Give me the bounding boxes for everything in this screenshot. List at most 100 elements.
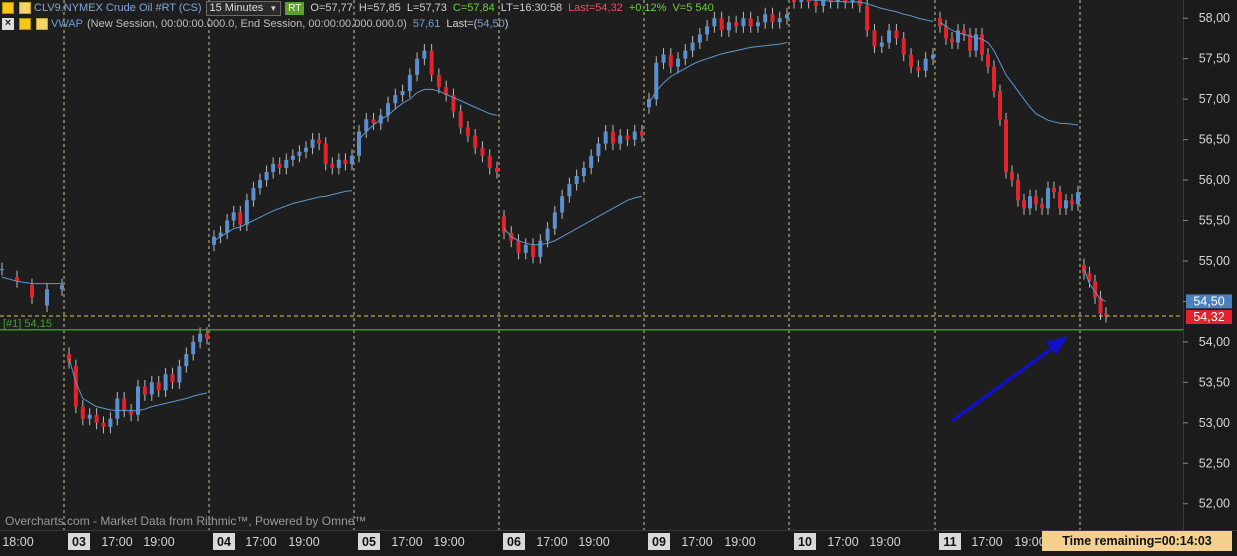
lock-icon[interactable] xyxy=(2,2,14,14)
candle-body xyxy=(231,212,236,221)
candle-body xyxy=(661,54,666,63)
x-tick-label: 17:00 xyxy=(827,535,858,549)
candle-body xyxy=(1076,192,1080,205)
chart-plot[interactable]: 58,00 57,50 57,00 56,50 56,00 55,50 55,00 54,50… xyxy=(0,0,1237,555)
symbol-name[interactable]: CLV9.NYMEX Crude Oil #RT (CS) xyxy=(34,2,202,14)
candle-body xyxy=(101,422,106,427)
candle-body xyxy=(589,155,594,168)
vwap-last-value: 54,50 xyxy=(477,18,505,30)
candle-body xyxy=(415,58,420,75)
candle-body xyxy=(1058,192,1062,209)
vwap-last-prefix: Last=( xyxy=(446,18,478,30)
candle-body xyxy=(676,58,681,67)
candle-body xyxy=(495,167,499,172)
timeframe-select[interactable]: 15 Minutes ▼ xyxy=(205,0,282,16)
y-tick-label: 54,00 xyxy=(1199,335,1230,349)
close-icon[interactable]: × xyxy=(2,18,14,30)
candle-body xyxy=(238,212,243,225)
candle-body xyxy=(748,18,753,27)
candle-body xyxy=(310,139,315,148)
x-tick-label: 05 xyxy=(362,535,376,549)
candle-body xyxy=(336,159,341,168)
candle-body xyxy=(350,155,354,164)
last-price-badge-label: 54,32 xyxy=(1193,310,1224,324)
candle-body xyxy=(277,163,282,168)
candle-body xyxy=(683,50,688,59)
lock-icon[interactable] xyxy=(19,18,31,30)
x-tick-label: 17:00 xyxy=(101,535,132,549)
y-tick-label: 52,00 xyxy=(1199,497,1230,511)
candle-body xyxy=(625,135,630,140)
candle-body xyxy=(108,418,113,427)
candle-body xyxy=(1004,119,1008,172)
vwap-line xyxy=(939,21,1079,126)
candle-body xyxy=(1022,200,1026,209)
candle-body xyxy=(156,382,161,391)
candle-body xyxy=(400,91,405,96)
candle-body xyxy=(458,111,463,128)
candle-body xyxy=(894,30,899,39)
candle-body xyxy=(1070,200,1074,205)
vwap-price-badge-label: 54,50 xyxy=(1193,294,1224,308)
candle-body xyxy=(909,54,914,67)
candle-body xyxy=(581,167,586,177)
y-tick-label: 52,50 xyxy=(1199,456,1230,470)
candle-body xyxy=(422,50,427,59)
candle-body xyxy=(436,74,441,88)
x-tick-label: 18:00 xyxy=(2,535,33,549)
x-tick-label: 19:00 xyxy=(143,535,174,549)
candle-body xyxy=(574,176,579,185)
candle-body xyxy=(1016,180,1020,201)
candle-body xyxy=(531,244,536,257)
quote-last-time: LT=16:30:58 xyxy=(500,2,563,14)
candle-body xyxy=(407,74,412,92)
properties-icon[interactable] xyxy=(36,18,48,30)
candle-body xyxy=(297,151,302,156)
candle-body xyxy=(1010,171,1014,181)
data-provider-note: Overcharts.com - Market Data from Rithmi… xyxy=(5,514,367,528)
candle-body xyxy=(473,135,478,148)
y-tick-label: 55,50 xyxy=(1199,214,1230,228)
candle-body xyxy=(901,38,906,55)
quote-open: O=57,77 xyxy=(310,2,353,14)
candle-body xyxy=(992,66,996,92)
candle-body xyxy=(163,374,168,391)
quote-low: L=57,73 xyxy=(406,2,447,14)
candle-body xyxy=(304,147,308,152)
candle-body xyxy=(60,285,64,290)
chart[interactable]: 58,00 57,50 57,00 56,50 56,00 55,50 55,00 54,50… xyxy=(0,0,1237,556)
candle-body xyxy=(1040,204,1044,209)
candle-body xyxy=(0,269,4,271)
properties-icon[interactable] xyxy=(19,2,31,14)
y-tick-label: 57,50 xyxy=(1199,52,1230,66)
candle-body xyxy=(170,374,175,383)
x-tick-label: 03 xyxy=(72,535,86,549)
candle-body xyxy=(465,127,470,136)
candle-body xyxy=(618,135,623,144)
candle-body xyxy=(916,66,921,71)
candle-body xyxy=(668,54,673,67)
vwap-params: (New Session, 00:00:00.000.0, End Sessio… xyxy=(87,18,407,30)
candle-body xyxy=(487,155,492,168)
candle-body xyxy=(317,139,322,144)
y-tick-label: 53,00 xyxy=(1199,416,1230,430)
vwap-name[interactable]: VWAP xyxy=(51,18,83,30)
x-tick-label: 19:00 xyxy=(578,535,609,549)
chevron-down-icon: ▼ xyxy=(269,3,278,13)
candle-body xyxy=(87,414,92,419)
candle-body xyxy=(944,26,948,39)
vwap-value: 57,61 xyxy=(412,18,441,30)
candle-body xyxy=(45,289,49,306)
candle-body xyxy=(719,18,724,31)
quote-high: H=57,85 xyxy=(358,2,401,14)
vwap-line xyxy=(648,42,788,104)
x-tick-label: 19:00 xyxy=(1014,535,1045,549)
x-tick-label: 17:00 xyxy=(681,535,712,549)
x-tick-label: 10 xyxy=(798,535,812,549)
quote-change: +0.12% xyxy=(628,2,667,14)
candle-body xyxy=(632,131,637,140)
annotation-arrow-shaft xyxy=(950,342,1060,423)
horizontal-level-label: [#1] 54,15 xyxy=(3,318,52,330)
candle-body xyxy=(610,131,615,144)
candle-body xyxy=(129,410,134,415)
